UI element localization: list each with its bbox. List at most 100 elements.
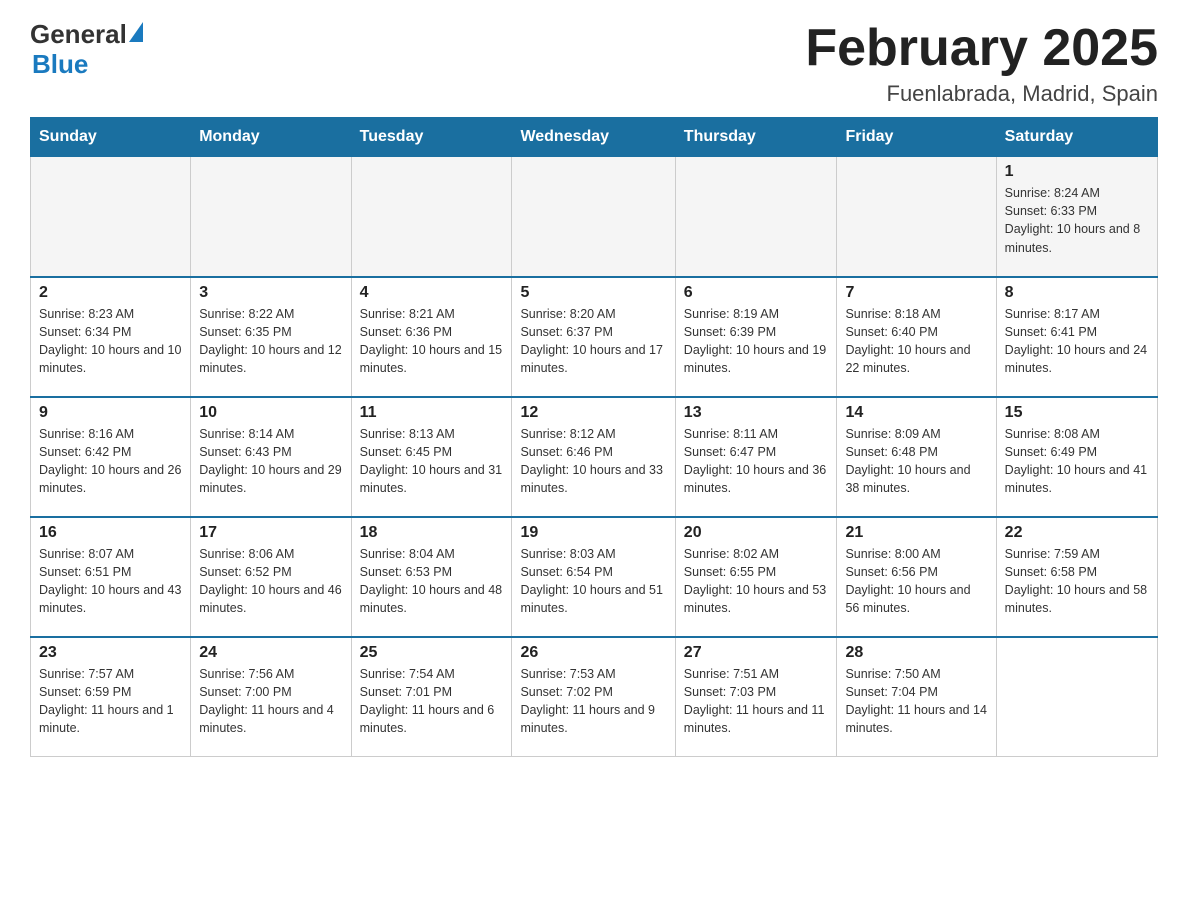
calendar-cell: 11 Sunrise: 8:13 AMSunset: 6:45 PMDayligh… [351, 397, 512, 517]
weekday-header-thursday: Thursday [675, 118, 837, 157]
day-info: Sunrise: 8:07 AMSunset: 6:51 PMDaylight:… [39, 545, 182, 618]
day-number: 24 [199, 644, 342, 662]
weekday-header-monday: Monday [191, 118, 351, 157]
calendar-cell: 19Sunrise: 8:03 AMSunset: 6:54 PMDayligh… [512, 517, 675, 637]
logo-triangle-icon [129, 22, 143, 42]
month-title: February 2025 [805, 20, 1158, 77]
calendar-cell: 3 Sunrise: 8:22 AMSunset: 6:35 PMDaylight… [191, 277, 351, 397]
day-number: 9 [39, 404, 182, 422]
day-number: 7 [845, 284, 987, 302]
day-info: Sunrise: 7:56 AMSunset: 7:00 PMDaylight:… [199, 665, 342, 738]
logo-general-text: General [30, 20, 127, 49]
day-info: Sunrise: 8:08 AMSunset: 6:49 PMDaylight:… [1005, 425, 1149, 498]
calendar-cell: 24 Sunrise: 7:56 AMSunset: 7:00 PMDayligh… [191, 637, 351, 757]
location: Fuenlabrada, Madrid, Spain [805, 81, 1158, 107]
day-number: 5 [520, 284, 666, 302]
day-info: Sunrise: 8:20 AMSunset: 6:37 PMDaylight:… [520, 305, 666, 378]
day-info: Sunrise: 8:18 AMSunset: 6:40 PMDaylight:… [845, 305, 987, 378]
calendar-week-row: 23Sunrise: 7:57 AMSunset: 6:59 PMDayligh… [31, 637, 1158, 757]
calendar-cell: 2Sunrise: 8:23 AMSunset: 6:34 PMDaylight… [31, 277, 191, 397]
calendar-cell [996, 637, 1157, 757]
calendar-cell [837, 157, 996, 277]
day-info: Sunrise: 7:59 AMSunset: 6:58 PMDaylight:… [1005, 545, 1149, 618]
logo: General [30, 20, 145, 49]
calendar-cell: 25 Sunrise: 7:54 AMSunset: 7:01 PMDayligh… [351, 637, 512, 757]
day-info: Sunrise: 7:53 AMSunset: 7:02 PMDaylight:… [520, 665, 666, 738]
day-number: 21 [845, 524, 987, 542]
day-number: 18 [360, 524, 504, 542]
calendar-cell [351, 157, 512, 277]
day-number: 12 [520, 404, 666, 422]
calendar-cell: 21 Sunrise: 8:00 AMSunset: 6:56 PMDayligh… [837, 517, 996, 637]
day-info: Sunrise: 8:09 AMSunset: 6:48 PMDaylight:… [845, 425, 987, 498]
day-number: 6 [684, 284, 829, 302]
day-number: 11 [360, 404, 504, 422]
calendar-week-row: 9 Sunrise: 8:16 AMSunset: 6:42 PMDaylight… [31, 397, 1158, 517]
calendar-cell [191, 157, 351, 277]
calendar-cell: 22 Sunrise: 7:59 AMSunset: 6:58 PMDayligh… [996, 517, 1157, 637]
calendar-cell [512, 157, 675, 277]
day-info: Sunrise: 8:22 AMSunset: 6:35 PMDaylight:… [199, 305, 342, 378]
calendar-cell: 15 Sunrise: 8:08 AMSunset: 6:49 PMDayligh… [996, 397, 1157, 517]
day-number: 25 [360, 644, 504, 662]
calendar-week-row: 16 Sunrise: 8:07 AMSunset: 6:51 PMDayligh… [31, 517, 1158, 637]
weekday-header-saturday: Saturday [996, 118, 1157, 157]
day-info: Sunrise: 8:13 AMSunset: 6:45 PMDaylight:… [360, 425, 504, 498]
day-number: 16 [39, 524, 182, 542]
day-number: 1 [1005, 163, 1149, 181]
day-info: Sunrise: 8:21 AMSunset: 6:36 PMDaylight:… [360, 305, 504, 378]
day-number: 17 [199, 524, 342, 542]
day-number: 10 [199, 404, 342, 422]
day-number: 3 [199, 284, 342, 302]
page-header: General Blue February 2025 Fuenlabrada, … [30, 20, 1158, 107]
calendar-cell: 14 Sunrise: 8:09 AMSunset: 6:48 PMDayligh… [837, 397, 996, 517]
day-number: 19 [520, 524, 666, 542]
day-number: 27 [684, 644, 829, 662]
day-info: Sunrise: 8:23 AMSunset: 6:34 PMDaylight:… [39, 305, 182, 378]
day-info: Sunrise: 8:11 AMSunset: 6:47 PMDaylight:… [684, 425, 829, 498]
day-number: 8 [1005, 284, 1149, 302]
calendar-cell: 16 Sunrise: 8:07 AMSunset: 6:51 PMDayligh… [31, 517, 191, 637]
calendar-cell: 12 Sunrise: 8:12 AMSunset: 6:46 PMDayligh… [512, 397, 675, 517]
calendar-cell: 7 Sunrise: 8:18 AMSunset: 6:40 PMDaylight… [837, 277, 996, 397]
calendar-cell: 23Sunrise: 7:57 AMSunset: 6:59 PMDayligh… [31, 637, 191, 757]
calendar-cell: 4 Sunrise: 8:21 AMSunset: 6:36 PMDaylight… [351, 277, 512, 397]
day-number: 15 [1005, 404, 1149, 422]
day-info: Sunrise: 8:00 AMSunset: 6:56 PMDaylight:… [845, 545, 987, 618]
calendar-week-row: 2Sunrise: 8:23 AMSunset: 6:34 PMDaylight… [31, 277, 1158, 397]
weekday-header-row: SundayMondayTuesdayWednesdayThursdayFrid… [31, 118, 1158, 157]
day-number: 28 [845, 644, 987, 662]
calendar-cell: 17Sunrise: 8:06 AMSunset: 6:52 PMDayligh… [191, 517, 351, 637]
calendar-cell: 28Sunrise: 7:50 AMSunset: 7:04 PMDayligh… [837, 637, 996, 757]
calendar-cell: 10 Sunrise: 8:14 AMSunset: 6:43 PMDayligh… [191, 397, 351, 517]
day-info: Sunrise: 8:04 AMSunset: 6:53 PMDaylight:… [360, 545, 504, 618]
calendar-week-row: 1 Sunrise: 8:24 AMSunset: 6:33 PMDaylight… [31, 157, 1158, 277]
weekday-header-sunday: Sunday [31, 118, 191, 157]
calendar-cell: 6 Sunrise: 8:19 AMSunset: 6:39 PMDaylight… [675, 277, 837, 397]
weekday-header-friday: Friday [837, 118, 996, 157]
calendar-cell: 1 Sunrise: 8:24 AMSunset: 6:33 PMDaylight… [996, 157, 1157, 277]
day-info: Sunrise: 8:02 AMSunset: 6:55 PMDaylight:… [684, 545, 829, 618]
day-info: Sunrise: 7:51 AMSunset: 7:03 PMDaylight:… [684, 665, 829, 738]
logo-blue-text: Blue [32, 49, 88, 79]
calendar-cell [675, 157, 837, 277]
day-number: 14 [845, 404, 987, 422]
day-info: Sunrise: 8:14 AMSunset: 6:43 PMDaylight:… [199, 425, 342, 498]
calendar-cell: 8 Sunrise: 8:17 AMSunset: 6:41 PMDaylight… [996, 277, 1157, 397]
day-info: Sunrise: 8:16 AMSunset: 6:42 PMDaylight:… [39, 425, 182, 498]
calendar-table: SundayMondayTuesdayWednesdayThursdayFrid… [30, 117, 1158, 757]
day-number: 22 [1005, 524, 1149, 542]
day-info: Sunrise: 7:54 AMSunset: 7:01 PMDaylight:… [360, 665, 504, 738]
calendar-cell: 13Sunrise: 8:11 AMSunset: 6:47 PMDayligh… [675, 397, 837, 517]
calendar-cell [31, 157, 191, 277]
day-number: 4 [360, 284, 504, 302]
calendar-cell: 9 Sunrise: 8:16 AMSunset: 6:42 PMDaylight… [31, 397, 191, 517]
calendar-cell: 18 Sunrise: 8:04 AMSunset: 6:53 PMDayligh… [351, 517, 512, 637]
weekday-header-wednesday: Wednesday [512, 118, 675, 157]
day-info: Sunrise: 8:12 AMSunset: 6:46 PMDaylight:… [520, 425, 666, 498]
day-info: Sunrise: 8:17 AMSunset: 6:41 PMDaylight:… [1005, 305, 1149, 378]
day-info: Sunrise: 8:24 AMSunset: 6:33 PMDaylight:… [1005, 184, 1149, 257]
calendar-cell: 20Sunrise: 8:02 AMSunset: 6:55 PMDayligh… [675, 517, 837, 637]
day-info: Sunrise: 8:19 AMSunset: 6:39 PMDaylight:… [684, 305, 829, 378]
day-info: Sunrise: 7:57 AMSunset: 6:59 PMDaylight:… [39, 665, 182, 738]
